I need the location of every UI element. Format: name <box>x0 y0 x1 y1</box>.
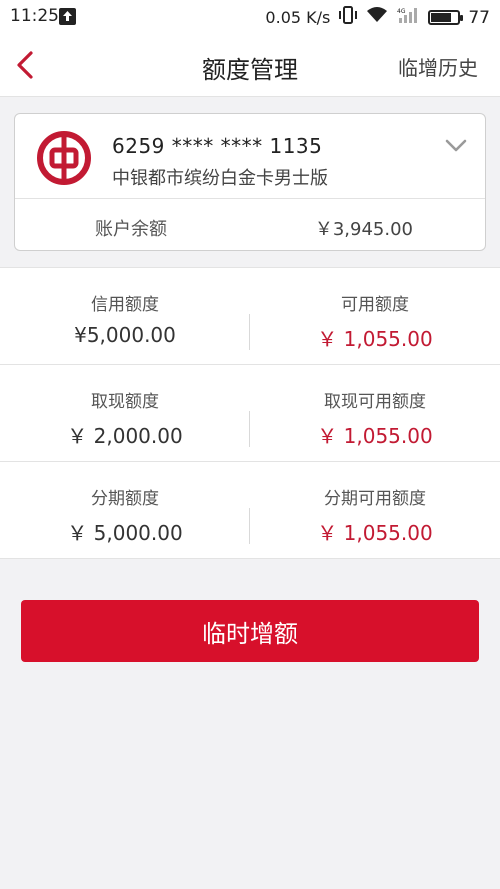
upload-notification-icon <box>59 8 76 25</box>
balance-value: ￥3,945.00 <box>314 219 413 240</box>
credit-limit-value: ¥5,000.00 <box>74 323 176 347</box>
cash-available-label: 取现可用额度 <box>324 392 426 412</box>
temporary-increase-button[interactable]: 临时增额 <box>21 600 479 662</box>
status-right: 0.05 K/s 4G 77 <box>265 6 490 29</box>
svg-text:4G: 4G <box>397 8 406 15</box>
boc-logo-icon <box>37 131 91 185</box>
installment-available-cell: 分期可用额度 ￥ 1,055.00 <box>250 462 500 558</box>
installment-available-label: 分期可用额度 <box>324 489 426 509</box>
available-limit-cell: 可用额度 ￥ 1,055.00 <box>250 268 500 364</box>
card-number: 6259 **** **** 1135 <box>112 134 323 158</box>
nav-bar: 额度管理 临增历史 <box>0 34 500 97</box>
back-button[interactable] <box>12 48 42 82</box>
balance-label: 账户余额 <box>95 219 167 240</box>
cellular-signal-icon: 4G <box>396 6 420 29</box>
chevron-down-icon[interactable] <box>445 134 467 156</box>
limit-row-credit: 信用额度 ¥5,000.00 可用额度 ￥ 1,055.00 <box>0 268 500 365</box>
installment-available-value: ￥ 1,055.00 <box>317 521 433 545</box>
available-limit-label: 可用额度 <box>341 295 409 315</box>
wifi-icon <box>366 6 388 29</box>
battery-percent: 77 <box>468 7 490 28</box>
battery-level-fill <box>431 13 452 22</box>
chevron-left-icon <box>17 51 33 79</box>
status-bar: 11:25 0.05 K/s 4G 77 <box>0 0 500 34</box>
installment-limit-label: 分期额度 <box>91 489 159 509</box>
credit-limit-cell: 信用额度 ¥5,000.00 <box>0 268 250 364</box>
increase-history-link[interactable]: 临增历史 <box>398 52 478 81</box>
vibrate-icon <box>338 6 358 29</box>
cash-available-value: ￥ 1,055.00 <box>317 424 433 448</box>
battery-icon <box>428 10 464 25</box>
status-time: 11:25 <box>10 6 59 26</box>
card-divider <box>15 198 485 199</box>
credit-limit-label: 信用额度 <box>91 295 159 315</box>
cash-available-cell: 取现可用额度 ￥ 1,055.00 <box>250 365 500 461</box>
cash-limit-value: ￥ 2,000.00 <box>67 424 183 448</box>
cash-limit-cell: 取现额度 ￥ 2,000.00 <box>0 365 250 461</box>
limits-section: 信用额度 ¥5,000.00 可用额度 ￥ 1,055.00 取现额度 ￥ 2,… <box>0 267 500 559</box>
card-panel[interactable]: 6259 **** **** 1135 中银都市缤纷白金卡男士版 账户余额 ￥3… <box>14 113 486 251</box>
limit-row-cash: 取现额度 ￥ 2,000.00 取现可用额度 ￥ 1,055.00 <box>0 365 500 462</box>
network-speed: 0.05 K/s <box>265 8 331 27</box>
card-product-name: 中银都市缤纷白金卡男士版 <box>112 168 328 189</box>
installment-limit-value: ￥ 5,000.00 <box>67 521 183 545</box>
cash-limit-label: 取现额度 <box>91 392 159 412</box>
limit-row-installment: 分期额度 ￥ 5,000.00 分期可用额度 ￥ 1,055.00 <box>0 462 500 559</box>
installment-limit-cell: 分期额度 ￥ 5,000.00 <box>0 462 250 558</box>
available-limit-value: ￥ 1,055.00 <box>317 327 433 351</box>
